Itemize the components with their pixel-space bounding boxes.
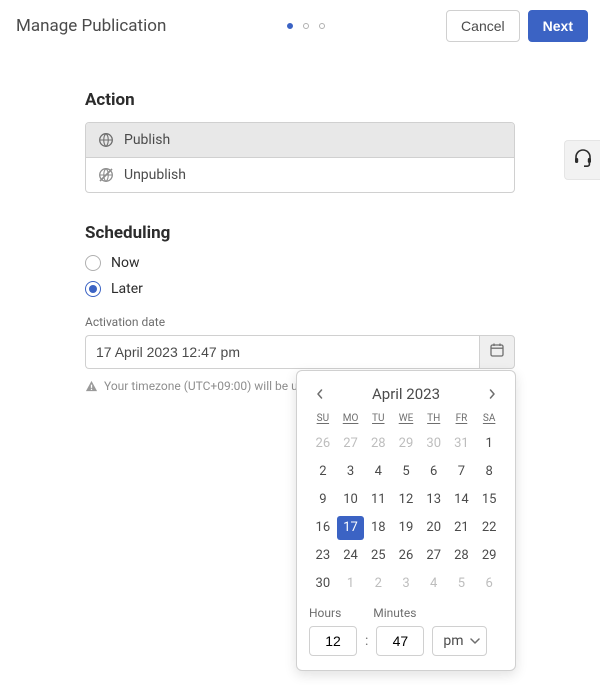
minutes-label: Minutes [373,606,416,620]
calendar-day[interactable]: 4 [420,572,448,596]
support-tab[interactable] [564,140,600,180]
calendar-day[interactable]: 24 [337,544,365,568]
calendar-dow: SA [475,413,503,428]
calendar-day[interactable]: 29 [475,544,503,568]
ampm-value: pm [443,633,463,649]
calendar-day[interactable]: 28 [448,544,476,568]
calendar-day[interactable]: 2 [364,572,392,596]
action-list: Publish Unpublish [85,122,515,193]
calendar-day[interactable]: 1 [475,432,503,456]
calendar-day[interactable]: 26 [309,432,337,456]
calendar-icon [489,342,505,362]
minutes-input[interactable] [376,626,424,656]
calendar-day[interactable]: 27 [420,544,448,568]
calendar-month-label: April 2023 [372,385,440,403]
calendar-grid: SUMOTUWETHFRSA26272829303112345678910111… [309,413,503,596]
step-indicator [166,23,446,29]
calendar-day[interactable]: 3 [392,572,420,596]
calendar-day[interactable]: 8 [475,460,503,484]
date-picker: April 2023 SUMOTUWETHFRSA262728293031123… [296,370,516,671]
wizard-header: Manage Publication Cancel Next [0,0,600,60]
headset-icon [573,148,593,172]
calendar-day[interactable]: 16 [309,516,337,540]
radio-later[interactable] [85,281,101,297]
schedule-later-label: Later [111,281,143,297]
calendar-day[interactable]: 29 [392,432,420,456]
calendar-day[interactable]: 30 [309,572,337,596]
schedule-later-option[interactable]: Later [85,281,504,297]
action-unpublish[interactable]: Unpublish [86,157,514,192]
action-section-title: Action [85,90,504,110]
calendar-day[interactable]: 6 [475,572,503,596]
hours-label: Hours [309,606,341,620]
calendar-day[interactable]: 9 [309,488,337,512]
calendar-day[interactable]: 18 [364,516,392,540]
calendar-day[interactable]: 11 [364,488,392,512]
calendar-day[interactable]: 2 [309,460,337,484]
calendar-toggle-button[interactable] [479,335,515,369]
action-publish[interactable]: Publish [86,123,514,157]
globe-slash-icon [98,167,114,183]
step-dot-3 [319,23,325,29]
calendar-day[interactable]: 15 [475,488,503,512]
schedule-now-option[interactable]: Now [85,255,504,271]
activation-date-label: Activation date [85,315,504,329]
activation-date-input[interactable] [85,335,479,369]
calendar-day[interactable]: 23 [309,544,337,568]
step-dot-1 [287,23,293,29]
next-button[interactable]: Next [528,10,588,42]
calendar-day[interactable]: 27 [337,432,365,456]
calendar-day[interactable]: 1 [337,572,365,596]
calendar-day[interactable]: 6 [420,460,448,484]
scheduling-section-title: Scheduling [85,223,504,243]
calendar-day[interactable]: 19 [392,516,420,540]
chevron-down-icon [470,636,480,646]
radio-now[interactable] [85,255,101,271]
calendar-day[interactable]: 30 [420,432,448,456]
calendar-day[interactable]: 22 [475,516,503,540]
schedule-now-label: Now [111,255,140,271]
calendar-dow: FR [448,413,476,428]
calendar-dow: MO [337,413,365,428]
calendar-day[interactable]: 28 [364,432,392,456]
calendar-day[interactable]: 20 [420,516,448,540]
calendar-day[interactable]: 14 [448,488,476,512]
calendar-dow: WE [392,413,420,428]
activation-date-field [85,335,515,369]
action-unpublish-label: Unpublish [124,167,186,183]
calendar-day[interactable]: 5 [392,460,420,484]
calendar-day[interactable]: 21 [448,516,476,540]
next-month-button[interactable] [483,385,501,403]
hours-input[interactable] [309,626,357,656]
calendar-day[interactable]: 5 [448,572,476,596]
calendar-day[interactable]: 26 [392,544,420,568]
calendar-dow: TU [364,413,392,428]
header-buttons: Cancel Next [446,10,588,42]
calendar-day[interactable]: 31 [448,432,476,456]
calendar-day[interactable]: 7 [448,460,476,484]
calendar-day[interactable]: 10 [337,488,365,512]
page-title: Manage Publication [16,16,166,36]
ampm-select[interactable]: pm [432,626,486,656]
calendar-day[interactable]: 3 [337,460,365,484]
timezone-note-text: Your timezone (UTC+09:00) will be used [104,379,317,393]
cancel-button[interactable]: Cancel [446,10,520,42]
calendar-dow: TH [420,413,448,428]
calendar-day[interactable]: 25 [364,544,392,568]
calendar-dow: SU [309,413,337,428]
globe-icon [98,132,114,148]
calendar-day[interactable]: 4 [364,460,392,484]
action-publish-label: Publish [124,132,170,148]
time-separator: : [365,633,368,649]
step-dot-2 [303,23,309,29]
prev-month-button[interactable] [311,385,329,403]
warning-icon [85,380,98,393]
calendar-day[interactable]: 12 [392,488,420,512]
calendar-day[interactable]: 17 [337,516,365,540]
calendar-day[interactable]: 13 [420,488,448,512]
